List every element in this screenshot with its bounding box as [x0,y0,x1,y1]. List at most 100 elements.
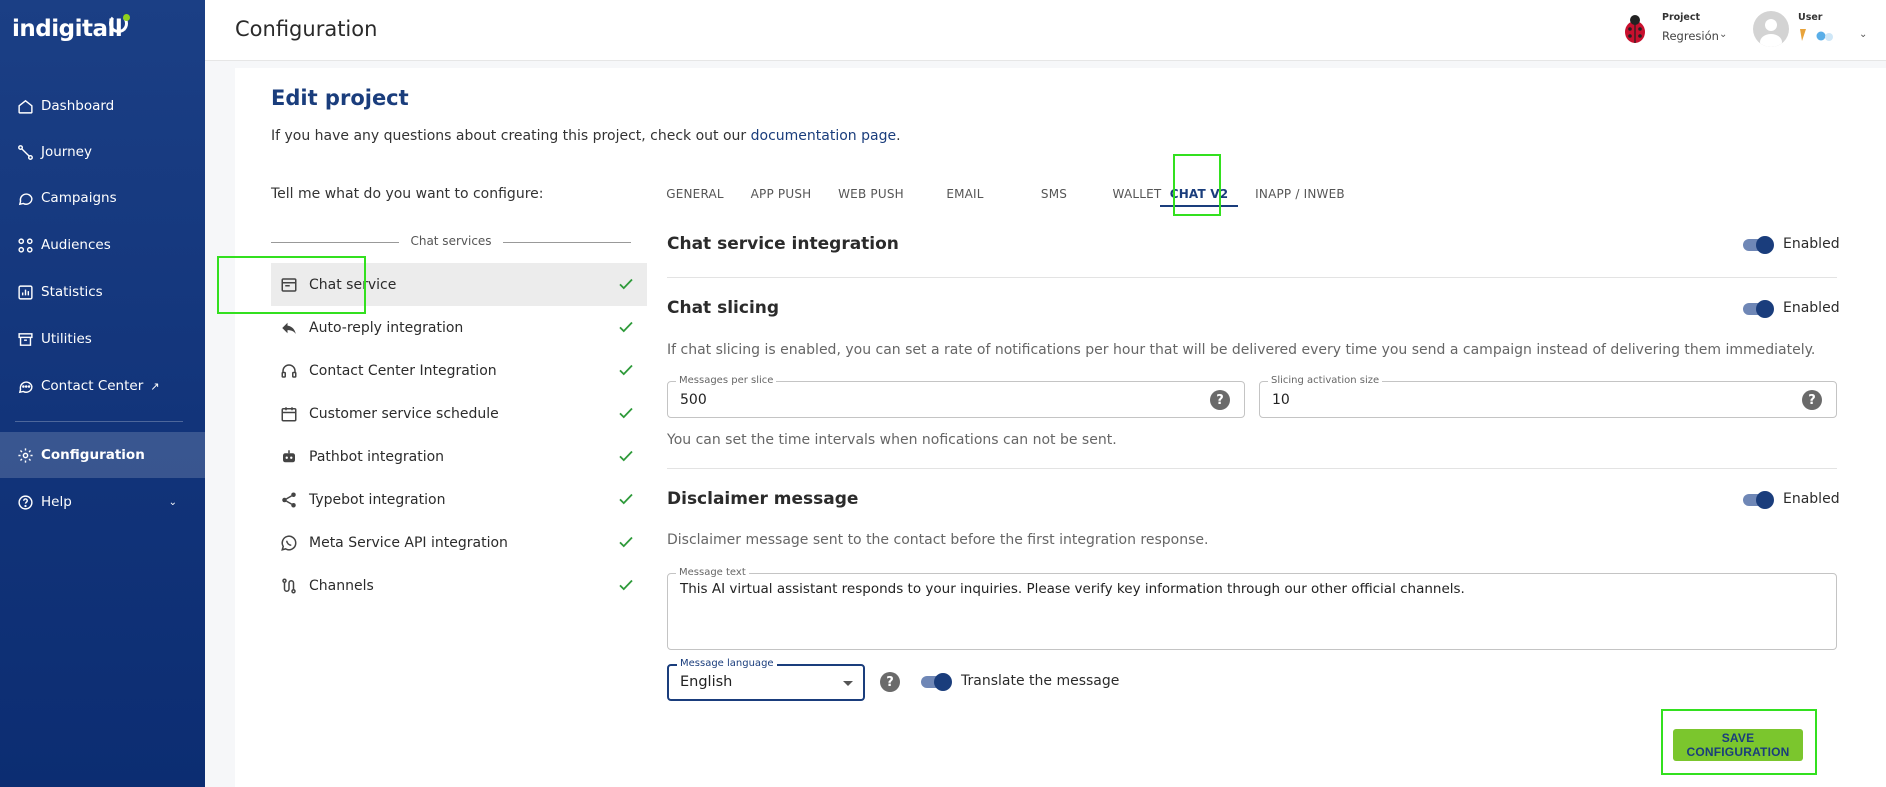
service-label: Customer service schedule [309,405,499,422]
reply-icon [279,318,299,338]
service-item-schedule[interactable]: Customer service schedule [271,392,647,435]
audiences-icon [15,235,35,255]
help-icon[interactable]: ? [880,672,900,692]
sidebar-item-campaigns[interactable]: Campaigns [0,175,205,221]
sidebar-item-label: Campaigns [41,190,117,206]
sidebar-item-label: Dashboard [41,98,115,114]
page-title: Configuration [235,17,378,41]
service-item-typebot[interactable]: Typebot integration [271,478,647,521]
slicing-activation-size-field[interactable]: Slicing activation size 10 ? [1259,375,1837,418]
tab-chat-v2[interactable]: CHAT V2 [1160,175,1238,213]
chevron-down-icon[interactable]: ⌄ [1859,29,1867,40]
sidebar-item-help[interactable]: Help ⌄ [0,479,205,525]
bar-chart-icon [15,282,35,302]
edit-project-title: Edit project [271,86,409,110]
flags-icon [1800,29,1833,41]
translate-toggle[interactable] [919,672,953,692]
service-item-pathbot[interactable]: Pathbot integration [271,435,647,478]
save-configuration-button[interactable]: SAVE CONFIGURATION [1673,729,1803,761]
tab-email[interactable]: EMAIL [921,175,1009,213]
intervals-note: You can set the time intervals when nofi… [667,432,1117,448]
check-icon [619,493,633,505]
disclaimer-toggle[interactable] [1741,490,1775,510]
field-label: Message language [677,658,777,670]
avatar[interactable] [1753,11,1789,47]
user-label: User [1798,12,1823,23]
sidebar-item-contact-center[interactable]: Contact Center ↗ [0,363,205,409]
service-label: Contact Center Integration [309,362,497,379]
documentation-link[interactable]: documentation page [751,128,896,144]
sidebar-item-dashboard[interactable]: Dashboard [0,83,205,129]
route-icon [279,576,299,596]
messages-per-slice-field[interactable]: Messages per slice 500 ? [667,375,1245,418]
intro-text: If you have any questions about creating… [271,128,901,144]
chat-slicing-toggle[interactable] [1741,299,1775,319]
app-logo: indigitall [12,16,123,42]
translate-label: Translate the message [961,673,1120,689]
message-text-field[interactable]: Message text This AI virtual assistant r… [667,567,1837,650]
whatsapp-icon [279,533,299,553]
top-bar: Configuration Project Regresión ⌄ User ⌄ [205,0,1886,61]
project-label: Project [1662,12,1701,23]
sidebar-item-label: Configuration [41,447,145,463]
logo-dot-icon [123,14,130,21]
chat-slicing-description: If chat slicing is enabled, you can set … [667,342,1816,358]
sidebar-item-utilities[interactable]: Utilities [0,316,205,362]
tab-general[interactable]: GENERAL [655,175,735,213]
active-tab-indicator [1160,205,1238,207]
configure-label: Tell me what do you want to configure: [271,186,544,202]
sidebar-item-label: Help [41,494,72,510]
tab-inapp-inweb[interactable]: INAPP / INWEB [1244,175,1356,213]
toggle-knob [1756,236,1774,254]
help-icon[interactable]: ? [1210,390,1230,410]
disclaimer-description: Disclaimer message sent to the contact b… [667,532,1209,548]
service-label: Pathbot integration [309,448,445,465]
tab-app-push[interactable]: APP PUSH [741,175,821,213]
home-icon [15,96,35,116]
caret-down-icon [843,681,853,686]
chevron-down-icon[interactable]: ⌄ [1719,29,1727,40]
edit-project-card: Edit project If you have any questions a… [217,68,1886,787]
service-label: Channels [309,577,374,594]
help-circle-icon [15,492,35,512]
sidebar-item-configuration[interactable]: Configuration [0,432,205,478]
sidebar-item-label: Audiences [41,237,111,253]
chat-slicing-status: Enabled [1783,300,1840,316]
field-label: Messages per slice [676,375,777,387]
chevron-down-icon: ⌄ [168,496,177,508]
robot-icon [279,447,299,467]
service-item-meta-api[interactable]: Meta Service API integration [271,521,647,564]
sidebar: indigitall Dashboard Journey Campaigns A… [0,0,205,787]
sidebar-item-statistics[interactable]: Statistics [0,269,205,315]
message-language-select[interactable]: Message language English [667,658,865,701]
calendar-icon [279,404,299,424]
service-item-chat-service[interactable]: Chat service [271,263,647,306]
service-item-contact-center[interactable]: Contact Center Integration [271,349,647,392]
section-divider [667,468,1837,469]
help-icon[interactable]: ? [1802,390,1822,410]
sidebar-item-label: Statistics [41,284,103,300]
check-icon [619,321,633,333]
check-icon [619,407,633,419]
journey-icon [15,142,35,162]
check-icon [619,536,633,548]
tab-sms[interactable]: SMS [1015,175,1093,213]
chat-integration-toggle[interactable] [1741,235,1775,255]
project-selector[interactable]: Regresión [1662,29,1719,43]
service-label: Meta Service API integration [309,534,508,551]
tab-web-push[interactable]: WEB PUSH [827,175,915,213]
service-item-channels[interactable]: Channels [271,564,647,607]
toggle-knob [934,673,952,691]
service-item-auto-reply[interactable]: Auto-reply integration [271,306,647,349]
sidebar-item-audiences[interactable]: Audiences [0,222,205,268]
service-label: Auto-reply integration [309,319,464,336]
field-value: 500 [680,392,707,408]
service-label: Chat service [309,276,397,293]
disclaimer-title: Disclaimer message [667,489,859,509]
archive-icon [15,329,35,349]
sidebar-item-journey[interactable]: Journey [0,129,205,175]
check-icon [619,450,633,462]
section-divider [667,277,1837,278]
field-label: Message text [676,567,749,579]
service-label: Typebot integration [309,491,446,508]
